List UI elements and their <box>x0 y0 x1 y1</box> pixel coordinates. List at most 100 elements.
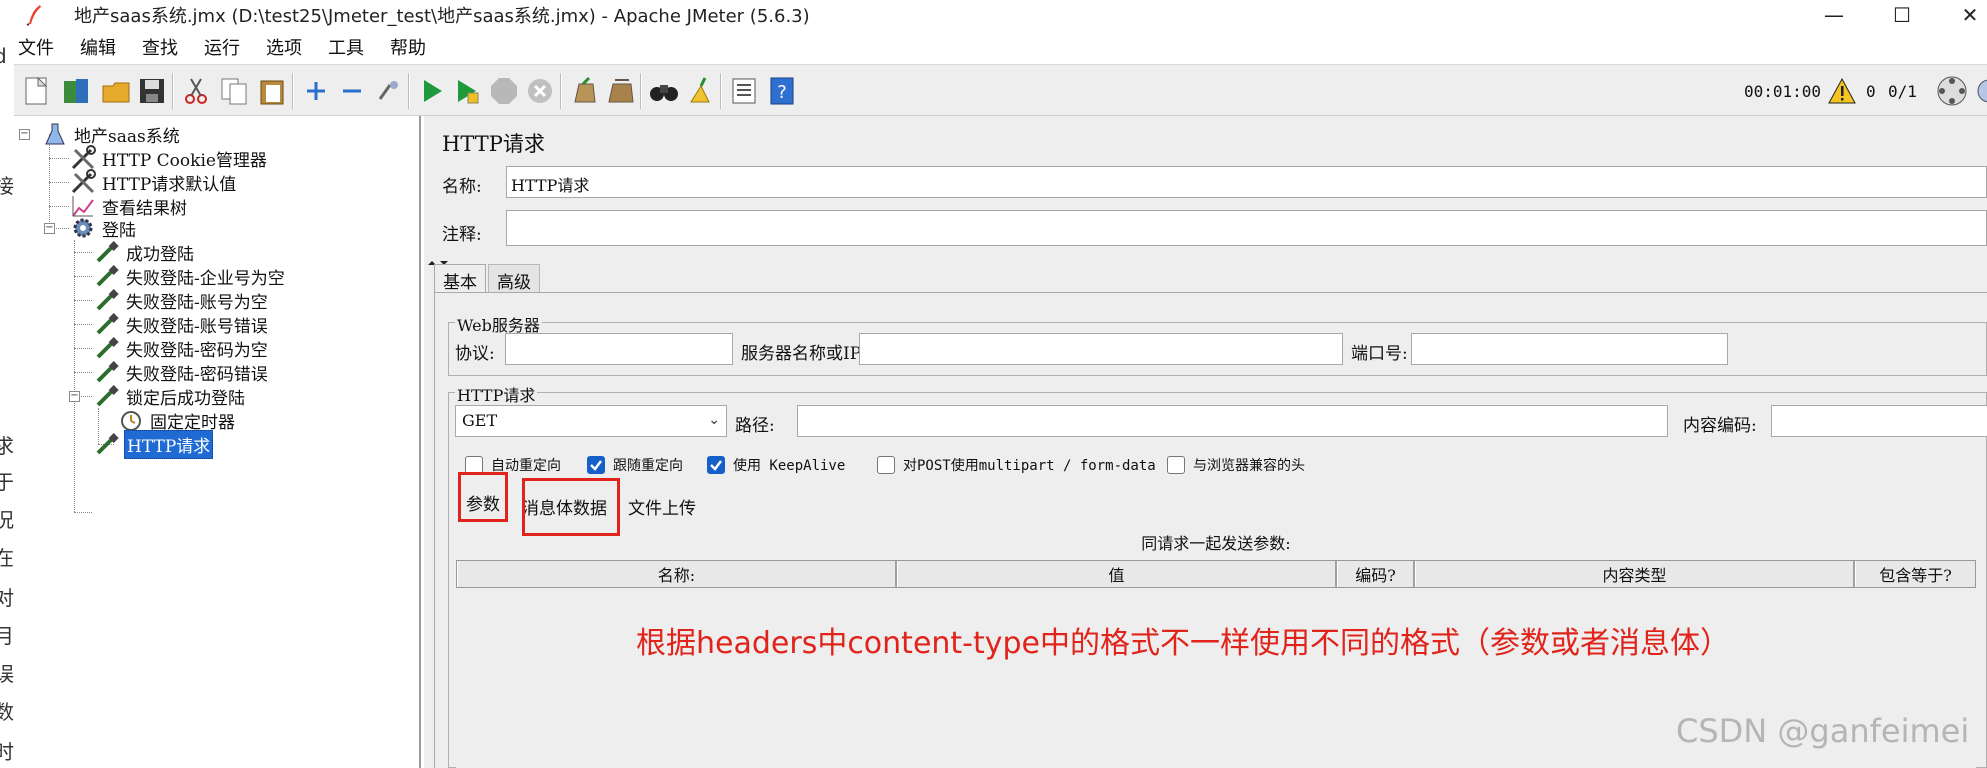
background-text: 况 <box>0 508 14 532</box>
comment-label: 注释: <box>442 225 482 245</box>
minimize-button[interactable]: — <box>1804 0 1864 30</box>
copy-icon[interactable] <box>216 73 252 109</box>
title-bar: 地产saas系统.jmx (D:\test25\Jmeter_test\地产sa… <box>0 0 1987 30</box>
menu-file[interactable]: 文件 <box>14 34 58 60</box>
checkbox-box <box>1167 456 1185 474</box>
toolbar-separator <box>640 73 642 109</box>
shutdown-icon[interactable] <box>522 73 558 109</box>
column-header-value[interactable]: 值 <box>897 561 1337 587</box>
column-header-encode[interactable]: 编码? <box>1337 561 1415 587</box>
encoding-label: 内容编码: <box>1683 416 1757 436</box>
menu-edit[interactable]: 编辑 <box>76 34 120 60</box>
toggle-icon[interactable] <box>370 73 406 109</box>
expand-icon[interactable] <box>298 73 334 109</box>
start-icon[interactable] <box>414 73 450 109</box>
warning-count: 0 <box>1866 81 1876 101</box>
collapse-group-toggle[interactable]: − <box>44 223 55 234</box>
clear-icon[interactable] <box>566 73 602 109</box>
new-icon[interactable] <box>18 73 54 109</box>
help-icon[interactable]: ? <box>764 73 800 109</box>
method-value: GET <box>462 411 498 430</box>
background-text: 在 <box>0 546 14 570</box>
close-button[interactable]: ✕ <box>1940 0 1987 30</box>
highlight-box-body-data <box>522 478 620 536</box>
tab-advanced[interactable]: 高级 <box>488 264 540 293</box>
column-header-name[interactable]: 名称: <box>457 561 897 587</box>
maximize-icon: ☐ <box>1893 3 1911 27</box>
background-text: 求 <box>0 434 14 458</box>
search-icon[interactable] <box>646 73 682 109</box>
cut-icon[interactable] <box>178 73 214 109</box>
clear-all-icon[interactable] <box>602 73 638 109</box>
background-text: 接 <box>0 174 14 198</box>
toolbar-separator <box>560 73 562 109</box>
thread-count: 0/1 <box>1888 81 1917 101</box>
server-field[interactable] <box>859 333 1343 365</box>
background-text: 误 <box>0 662 14 686</box>
sampler-icon <box>94 383 120 409</box>
splitter-handle[interactable] <box>424 252 1987 265</box>
port-field[interactable] <box>1411 333 1728 365</box>
subtab-file-upload[interactable]: 文件上传 <box>624 492 700 521</box>
close-icon: ✕ <box>1961 3 1979 27</box>
tree-item-selected-http-request[interactable]: HTTP请求 <box>94 429 214 459</box>
open-icon[interactable] <box>98 73 134 109</box>
collapse-sampler-toggle[interactable]: − <box>69 391 80 402</box>
minimize-icon: — <box>1824 3 1844 27</box>
server-label: 服务器名称或IP: <box>741 344 867 364</box>
menu-options[interactable]: 选项 <box>262 34 306 60</box>
protocol-field[interactable] <box>505 333 733 365</box>
background-window-strip: d 接 求 于 况 在 对 月 误 数 时 <box>0 30 14 768</box>
port-label: 端口号: <box>1351 344 1408 364</box>
comment-field[interactable] <box>506 210 1987 246</box>
column-header-include-equals[interactable]: 包含等于? <box>1855 561 1975 587</box>
warning-icon[interactable] <box>1824 73 1860 109</box>
chevron-down-icon: ⌄ <box>708 412 720 428</box>
test-plan-tree: − − − 地产saas系统 HTTP Cookie管理器 HTTP请求默认值 … <box>14 116 421 768</box>
menu-run[interactable]: 运行 <box>200 34 244 60</box>
encoding-field[interactable] <box>1771 405 1987 437</box>
checkbox-label: 跟随重定向 <box>613 458 683 474</box>
collapse-root-toggle[interactable]: − <box>19 129 30 140</box>
sampler-icon <box>94 431 120 457</box>
checkbox-box <box>877 456 895 474</box>
menu-tools[interactable]: 工具 <box>324 34 368 60</box>
save-icon[interactable] <box>134 73 170 109</box>
remote-icon[interactable] <box>1970 73 1987 109</box>
gear-icon <box>70 215 96 241</box>
params-caption: 同请求一起发送参数: <box>1141 534 1291 553</box>
background-text: 对 <box>0 586 14 610</box>
background-text: 数 <box>0 700 14 724</box>
path-field[interactable] <box>797 405 1668 437</box>
method-select[interactable]: GET ⌄ <box>455 405 727 437</box>
red-annotation-text: 根据headers中content-type中的格式不一样使用不同的格式（参数或… <box>636 626 1731 661</box>
checkbox-follow-redirects[interactable]: 跟随重定向 <box>587 455 683 475</box>
toolbar-separator <box>720 73 722 109</box>
checkbox-label: 使用 KeepAlive <box>733 458 846 474</box>
tab-basic[interactable]: 基本 <box>434 264 486 293</box>
checkbox-label: 与浏览器兼容的头 <box>1193 458 1305 474</box>
checkbox-box <box>707 456 725 474</box>
http-request-group-title: HTTP请求 <box>455 382 538 406</box>
name-field[interactable]: HTTP请求 <box>506 166 1987 198</box>
panel-title: HTTP请求 <box>442 132 545 156</box>
paste-icon[interactable] <box>254 73 290 109</box>
menu-search[interactable]: 查找 <box>138 34 182 60</box>
stop-icon[interactable] <box>486 73 522 109</box>
checkbox-browser-headers[interactable]: 与浏览器兼容的头 <box>1167 455 1305 475</box>
background-text: 时 <box>0 740 14 764</box>
templates-icon[interactable] <box>58 73 94 109</box>
name-label: 名称: <box>442 177 482 197</box>
checkbox-box <box>587 456 605 474</box>
menu-help[interactable]: 帮助 <box>386 34 430 60</box>
maximize-button[interactable]: ☐ <box>1872 0 1932 30</box>
column-header-content-type[interactable]: 内容类型 <box>1415 561 1855 587</box>
collapse-icon[interactable] <box>334 73 370 109</box>
start-no-pause-icon[interactable] <box>450 73 486 109</box>
checkbox-multipart[interactable]: 对POST使用multipart / form-data <box>877 455 1156 475</box>
function-helper-icon[interactable] <box>726 73 762 109</box>
reset-search-icon[interactable] <box>682 73 718 109</box>
toolbar-separator <box>408 73 410 109</box>
checkbox-keepalive[interactable]: 使用 KeepAlive <box>707 455 845 475</box>
params-table-header: 名称: 值 编码? 内容类型 包含等于? <box>456 560 1976 588</box>
